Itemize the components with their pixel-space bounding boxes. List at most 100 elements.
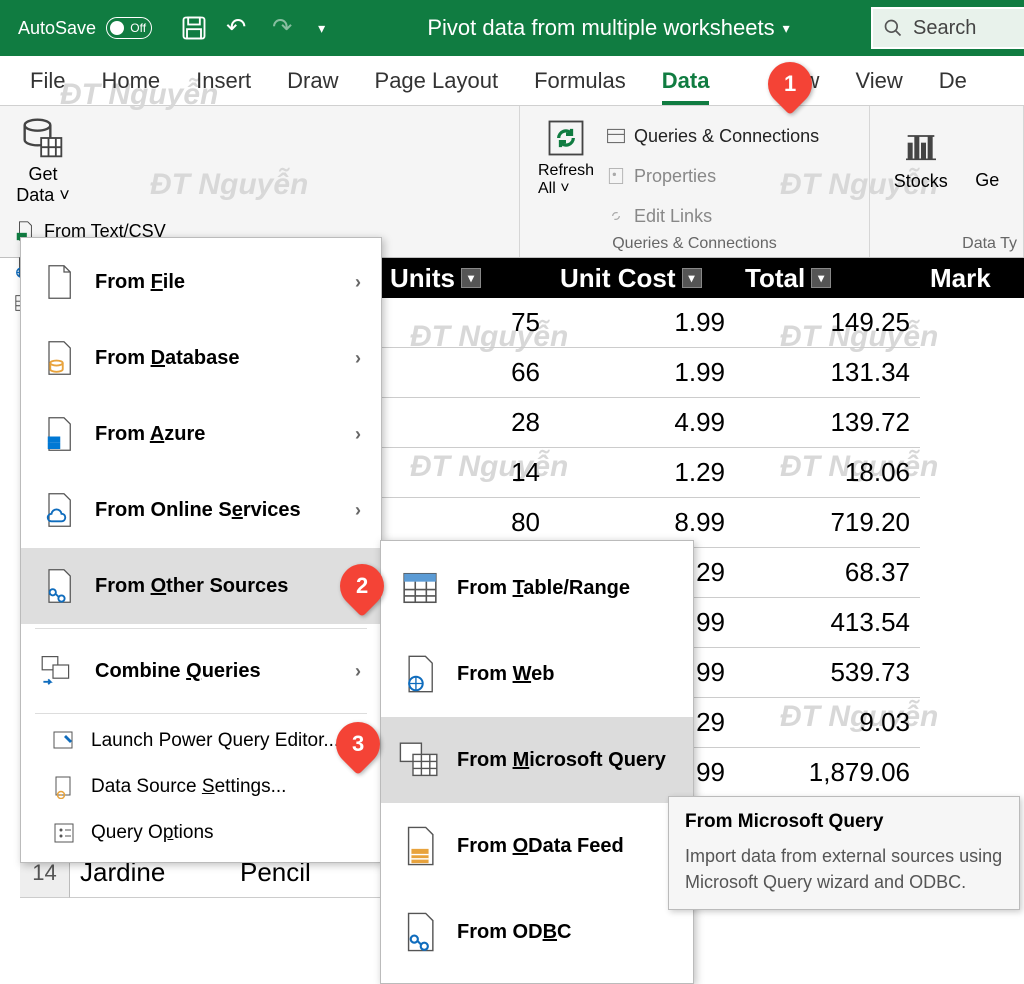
menu-query-options[interactable]: Query Options [21, 810, 381, 856]
tab-page-layout[interactable]: Page Layout [375, 58, 499, 104]
cell-total[interactable]: 131.34 [735, 348, 920, 398]
tab-formulas[interactable]: Formulas [534, 58, 626, 104]
document-title-text: Pivot data from multiple worksheets [427, 15, 774, 41]
cell-unit-cost[interactable]: 1.29 [550, 448, 735, 498]
ribbon-tabs: File Home Insert Draw Page Layout Formul… [0, 56, 1024, 106]
cell-total[interactable]: 1,879.06 [735, 748, 920, 798]
other-sources-submenu: From Table/Range From Web From Microsoft… [380, 540, 694, 984]
menu-from-file[interactable]: From File› [21, 244, 381, 320]
chevron-right-icon: › [355, 661, 361, 682]
label: Launch Power Query Editor... [91, 730, 339, 752]
tooltip-body: Import data from external sources using … [685, 843, 1003, 895]
toggle-switch[interactable]: Off [106, 17, 152, 39]
pin-number: 3 [352, 731, 364, 757]
refresh-icon [544, 116, 588, 160]
group-queries-connections: RefreshAll ˅ Queries & Connections Prope… [520, 106, 870, 257]
undo-icon[interactable]: ↶ [226, 14, 254, 42]
menu-launch-pq-editor[interactable]: Launch Power Query Editor... [21, 718, 381, 764]
col-mark[interactable]: Mark [930, 263, 991, 294]
tab-view[interactable]: View [855, 58, 902, 104]
cell-units[interactable]: 66 [380, 348, 550, 398]
tab-insert[interactable]: Insert [196, 58, 251, 104]
file-icon [41, 262, 77, 302]
queries-connections-button[interactable]: Queries & Connections [602, 118, 823, 154]
search-box[interactable]: Search [871, 7, 1024, 49]
database-icon [41, 338, 77, 378]
group-get-transform: GetData ˅ From Text/CSV From Web From Ta… [0, 106, 520, 257]
table-header: Units ▾ Unit Cost ▾ Total ▾ Mark [380, 258, 1024, 298]
menu-from-azure[interactable]: From Azure› [21, 396, 381, 472]
msquery-icon [399, 739, 441, 781]
menu-data-source-settings[interactable]: Data Source Settings... [21, 764, 381, 810]
edit-links-button[interactable]: Edit Links [602, 198, 823, 234]
col-units[interactable]: Units [390, 263, 455, 294]
cell-total[interactable]: 18.06 [735, 448, 920, 498]
document-title: Pivot data from multiple worksheets ▾ [346, 15, 871, 41]
cell-total[interactable]: 139.72 [735, 398, 920, 448]
get-data-button[interactable]: GetData ˅ [10, 112, 76, 209]
filter-icon[interactable]: ▾ [811, 268, 831, 288]
cell-total[interactable]: 539.73 [735, 648, 920, 698]
cell-total[interactable]: 719.20 [735, 498, 920, 548]
properties-button[interactable]: Properties [602, 158, 823, 194]
submenu-from-table-range[interactable]: From Table/Range [381, 545, 693, 631]
get-data-label: GetData ˅ [16, 164, 70, 205]
filter-icon[interactable]: ▾ [682, 268, 702, 288]
cell-unit-cost[interactable]: 4.99 [550, 398, 735, 448]
cloud-icon [41, 490, 77, 530]
odata-icon [399, 825, 441, 867]
refresh-all-label: RefreshAll ˅ [538, 162, 594, 198]
tab-draw[interactable]: Draw [287, 58, 338, 104]
toggle-state: Off [130, 21, 146, 35]
label: Edit Links [634, 206, 712, 227]
links-icon [606, 206, 626, 226]
title-dropdown-icon[interactable]: ▾ [783, 20, 790, 37]
save-icon[interactable] [180, 14, 208, 42]
cell-unit-cost[interactable]: 1.99 [550, 298, 735, 348]
cell-total[interactable]: 68.37 [735, 548, 920, 598]
tab-file[interactable]: File [30, 58, 65, 104]
filter-icon[interactable]: ▾ [461, 268, 481, 288]
cell-total[interactable]: 149.25 [735, 298, 920, 348]
col-total[interactable]: Total [745, 263, 805, 294]
menu-combine-queries[interactable]: Combine Queries› [21, 633, 381, 709]
menu-from-database[interactable]: From Database› [21, 320, 381, 396]
redo-icon[interactable]: ↷ [272, 14, 300, 42]
submenu-from-odbc[interactable]: From ODBC [381, 889, 693, 975]
geo-label: Ge [975, 170, 999, 191]
settings-icon [49, 772, 79, 802]
pin-number: 2 [356, 573, 368, 599]
submenu-from-odata-feed[interactable]: From OData Feed [381, 803, 693, 889]
tab-home[interactable]: Home [101, 58, 160, 104]
cell-units[interactable]: 75 [380, 298, 550, 348]
cell-units[interactable]: 28 [380, 398, 550, 448]
col-unit-cost[interactable]: Unit Cost [560, 263, 676, 294]
qat-dropdown-icon[interactable]: ▾ [318, 14, 346, 42]
refresh-all-button[interactable]: RefreshAll ˅ [530, 112, 602, 255]
tooltip-title: From Microsoft Query [685, 811, 1003, 833]
cell-unit-cost[interactable]: 1.99 [550, 348, 735, 398]
submenu-from-microsoft-query[interactable]: From Microsoft Query [381, 717, 693, 803]
chevron-right-icon: › [355, 348, 361, 369]
menu-from-other-sources[interactable]: From Other Sources› [21, 548, 381, 624]
title-bar: AutoSave Off ↶ ↷ ▾ Pivot data from multi… [0, 0, 1024, 56]
azure-icon [41, 414, 77, 454]
qc-icon [606, 126, 626, 146]
tab-developer-partial[interactable]: De [939, 58, 967, 104]
pin-number: 1 [784, 71, 796, 97]
cell-units[interactable]: 14 [380, 448, 550, 498]
combine-icon [41, 651, 77, 691]
tooltip: From Microsoft Query Import data from ex… [668, 796, 1020, 910]
options-icon [49, 818, 79, 848]
stocks-icon [901, 126, 941, 166]
submenu-from-web[interactable]: From Web [381, 631, 693, 717]
menu-from-online-services[interactable]: From Online Services› [21, 472, 381, 548]
group-label-qc: Queries & Connections [520, 235, 869, 253]
odbc-icon [399, 911, 441, 953]
cell-total[interactable]: 9.03 [735, 698, 920, 748]
stocks-label: Stocks [894, 171, 948, 192]
tab-data[interactable]: Data [662, 58, 710, 104]
autosave-toggle[interactable]: AutoSave Off [0, 17, 170, 39]
web-icon [399, 653, 441, 695]
cell-total[interactable]: 413.54 [735, 598, 920, 648]
